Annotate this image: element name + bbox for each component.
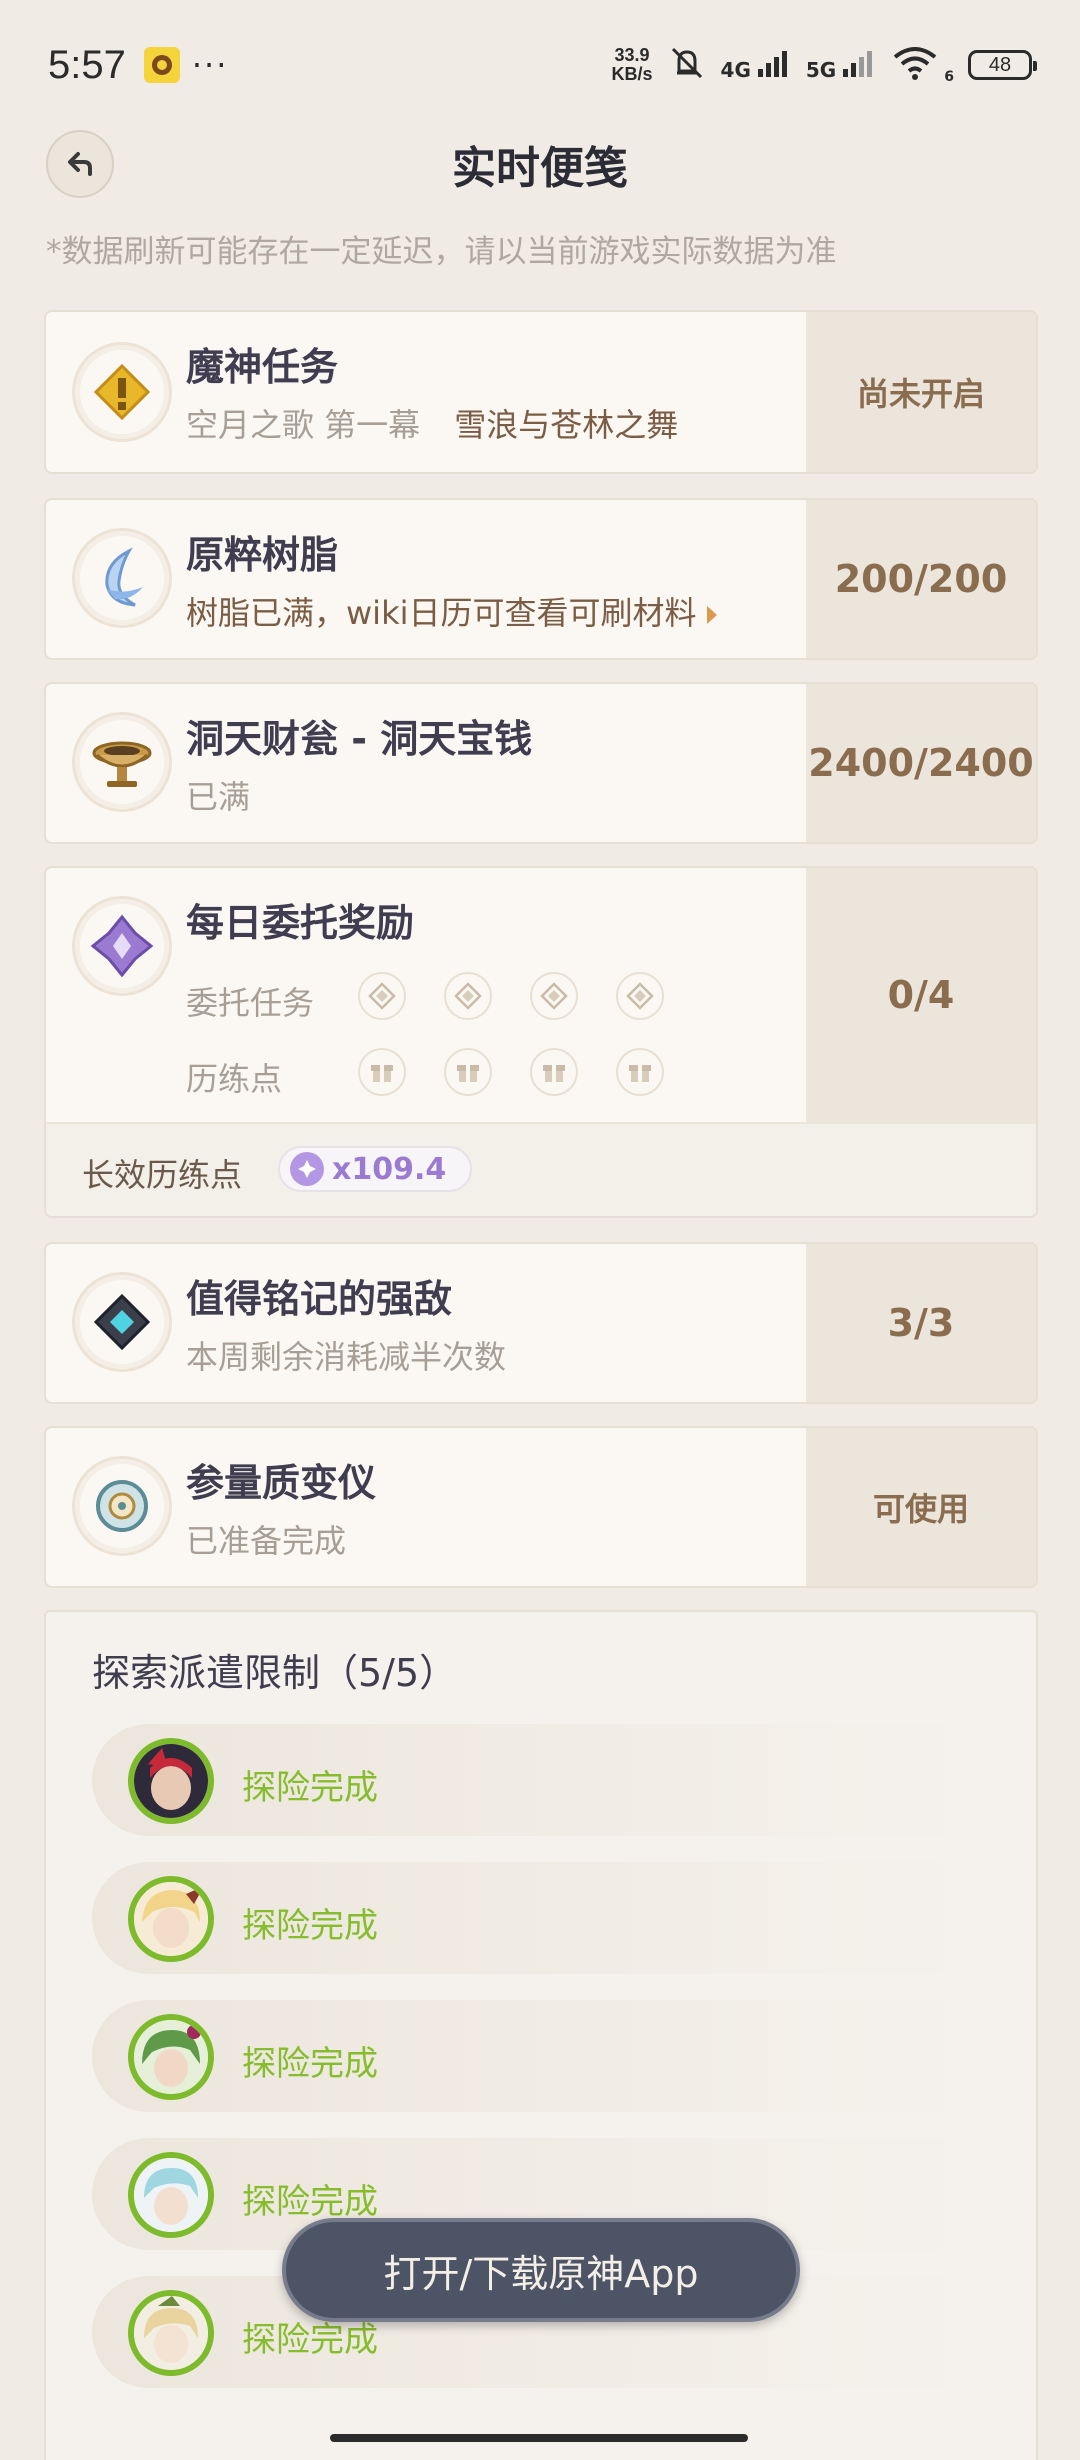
character-avatar <box>128 1738 214 1824</box>
resin-wiki-link[interactable]: 树脂已满，wiki日历可查看可刷材料 <box>186 588 717 634</box>
resin-card[interactable]: 原粹树脂 树脂已满，wiki日历可查看可刷材料 200/200 <box>44 498 1038 660</box>
signal-5g-icon: 5G <box>806 49 877 82</box>
daily-commission-value: 0/4 <box>806 868 1036 1122</box>
weekly-boss-card[interactable]: 值得铭记的强敌 本周剩余消耗减半次数 3/3 <box>44 1242 1038 1404</box>
mute-alarm-icon <box>667 43 707 87</box>
expedition-status: 探险完成 <box>242 1906 378 1946</box>
status-bar: 5:57 ··· 33.9 KB/s 4G 5G 6 48 <box>0 0 1080 130</box>
encounter-points-label: 历练点 <box>186 1060 283 1098</box>
network-speed: 33.9 KB/s <box>611 45 653 84</box>
realm-currency-subtitle: 已满 <box>186 778 251 816</box>
daily-commission-card[interactable]: 每日委托奖励 委托任务 历练点 0/4 长效历练点 x109.4 <box>44 866 1038 1218</box>
home-indicator[interactable] <box>330 2434 748 2442</box>
commission-task-icon <box>616 972 664 1020</box>
commission-task-icon <box>358 972 406 1020</box>
expedition-item[interactable]: 探险完成 <box>92 2000 992 2112</box>
realm-currency-card[interactable]: 洞天财瓮 - 洞天宝钱 已满 2400/2400 <box>44 682 1038 844</box>
wifi-icon: 6 <box>891 45 954 85</box>
weekly-boss-subtitle: 本周剩余消耗减半次数 <box>186 1338 507 1376</box>
gift-icon <box>444 1048 492 1096</box>
expedition-title: 探索派遣限制（5/5） <box>92 1651 458 1695</box>
refresh-notice: *数据刷新可能存在一定延迟，请以当前游戏实际数据为准 <box>46 234 837 270</box>
commission-task-icon <box>530 972 578 1020</box>
parametric-transformer-card[interactable]: 参量质变仪 已准备完成 可使用 <box>44 1426 1038 1588</box>
realm-currency-title: 洞天财瓮 - 洞天宝钱 <box>186 717 533 761</box>
expedition-item[interactable]: 探险完成 <box>92 1724 992 1836</box>
realm-jar-icon <box>72 712 172 812</box>
realm-currency-value: 2400/2400 <box>806 684 1036 842</box>
weekly-boss-title: 值得铭记的强敌 <box>186 1277 453 1321</box>
open-download-app-button[interactable]: 打开/下载原神App <box>282 2218 800 2322</box>
long-term-encounter-points: 长效历练点 x109.4 <box>46 1122 1036 1216</box>
header: 实时便笺 <box>0 120 1080 206</box>
expedition-status: 探险完成 <box>242 2182 378 2222</box>
commission-task-icon <box>444 972 492 1020</box>
expedition-status: 探险完成 <box>242 1768 378 1808</box>
signal-4g-icon: 4G <box>721 49 792 82</box>
commission-tasks-label: 委托任务 <box>186 984 315 1022</box>
expedition-item[interactable]: 探险完成 <box>92 1862 992 1974</box>
resin-icon <box>72 528 172 628</box>
archon-quest-subtitle: 空月之歌 第一幕 雪浪与苍林之舞 <box>186 406 679 444</box>
status-time: 5:57 <box>48 42 126 87</box>
gift-icon <box>358 1048 406 1096</box>
expedition-section: 探索派遣限制（5/5） 探险完成 探险完成 探险完成 探险完成 探险完成 <box>44 1610 1038 2460</box>
gift-icon <box>530 1048 578 1096</box>
character-avatar <box>128 2014 214 2100</box>
character-avatar <box>128 2290 214 2376</box>
transformer-title: 参量质变仪 <box>186 1461 377 1505</box>
page-title: 实时便笺 <box>452 143 628 194</box>
resin-value: 200/200 <box>806 500 1036 658</box>
expedition-status: 探险完成 <box>242 2044 378 2084</box>
weekly-boss-icon <box>72 1272 172 1372</box>
archon-quest-card[interactable]: 魔神任务 空月之歌 第一幕 雪浪与苍林之舞 尚未开启 <box>44 310 1038 474</box>
battery-icon: 48 <box>968 50 1037 80</box>
archon-quest-status: 尚未开启 <box>806 312 1036 472</box>
gift-icon <box>616 1048 664 1096</box>
long-term-points-label: 长效历练点 <box>82 1156 243 1194</box>
daily-commission-icon <box>72 896 172 996</box>
more-notifications-icon: ··· <box>191 46 229 84</box>
transformer-status: 可使用 <box>806 1428 1036 1586</box>
character-avatar <box>128 2152 214 2238</box>
archon-quest-title: 魔神任务 <box>186 345 339 389</box>
transformer-icon <box>72 1456 172 1556</box>
weekly-boss-value: 3/3 <box>806 1244 1036 1402</box>
transformer-subtitle: 已准备完成 <box>186 1522 347 1560</box>
chevron-right-icon <box>706 606 717 624</box>
long-term-points-badge: x109.4 <box>278 1146 473 1192</box>
daily-commission-title: 每日委托奖励 <box>186 901 415 945</box>
archon-quest-icon <box>72 342 172 442</box>
character-avatar <box>128 1876 214 1962</box>
encounter-point-icon <box>290 1152 324 1186</box>
resin-title: 原粹树脂 <box>186 533 339 577</box>
app-notification-icon <box>143 47 180 83</box>
